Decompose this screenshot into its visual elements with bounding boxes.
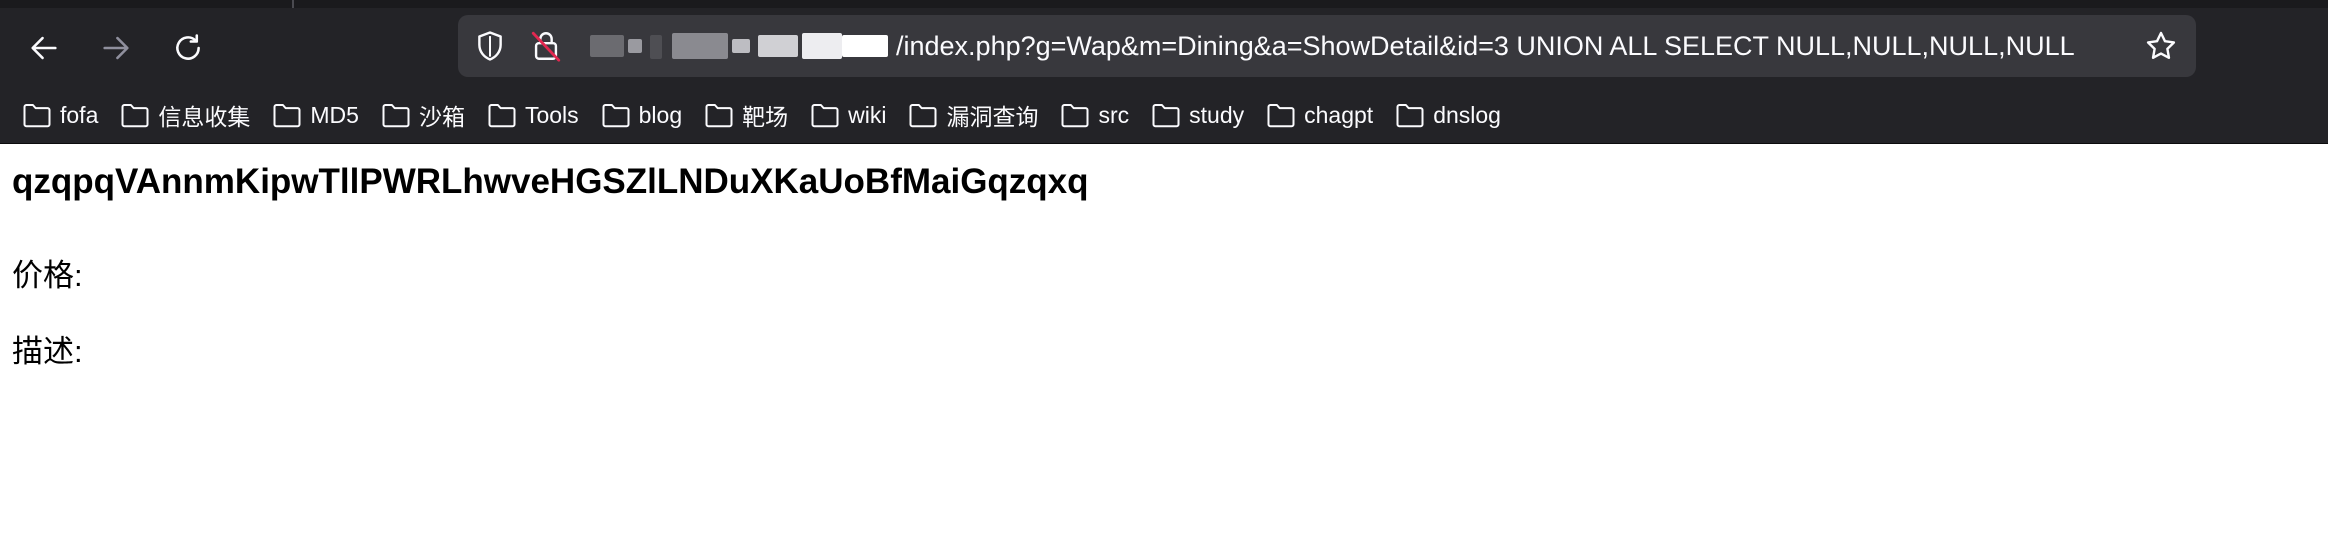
bookmark-page-button[interactable] xyxy=(2140,25,2182,67)
url-text: /index.php?g=Wap&m=Dining&a=ShowDetail&i… xyxy=(896,31,2075,61)
lock-slash-icon xyxy=(531,31,561,62)
tab-strip xyxy=(0,0,2328,8)
bookmark-folder[interactable]: 沙箱 xyxy=(379,96,471,134)
bookmarks-toolbar: fofa 信息收集 MD5 沙箱 Tools blog 靶场 wiki 漏洞查询 src study… xyxy=(20,96,1521,134)
description-label: 描述: xyxy=(12,334,83,369)
bookmark-folder[interactable]: 信息收集 xyxy=(118,96,256,134)
folder-icon xyxy=(1396,104,1424,128)
folder-icon xyxy=(488,104,516,128)
dining-item-title: qzqpqVAnnmKipwTllPWRLhwveHGSZlLNDuXKaUoB… xyxy=(12,162,1089,201)
folder-icon xyxy=(382,104,410,128)
bookmark-label: fofa xyxy=(60,101,99,128)
page-content: qzqpqVAnnmKipwTllPWRLhwveHGSZlLNDuXKaUoB… xyxy=(12,144,2312,372)
bookmark-label: 沙箱 xyxy=(418,104,465,130)
bookmark-folder[interactable]: study xyxy=(1149,96,1250,134)
reload-icon xyxy=(176,34,200,60)
bookmark-folder[interactable]: blog xyxy=(599,96,688,134)
folder-icon xyxy=(273,104,301,128)
arrow-left-icon xyxy=(31,36,57,60)
site-security-button[interactable] xyxy=(528,28,564,64)
bookmark-label: chagpt xyxy=(1304,101,1374,128)
folder-icon xyxy=(705,104,733,128)
shield-icon xyxy=(478,31,502,61)
bookmark-folder[interactable]: 漏洞查询 xyxy=(906,96,1044,134)
redacted-host xyxy=(580,15,894,77)
folder-icon xyxy=(121,104,149,128)
back-button[interactable] xyxy=(18,22,70,74)
bookmark-label: study xyxy=(1189,101,1245,128)
folder-icon xyxy=(811,104,839,128)
bookmark-label: wiki xyxy=(848,101,887,128)
reload-button[interactable] xyxy=(162,22,214,74)
address-bar[interactable]: /index.php?g=Wap&m=Dining&a=ShowDetail&i… xyxy=(458,15,2196,77)
bookmark-label: 漏洞查询 xyxy=(946,104,1039,130)
bookmark-label: MD5 xyxy=(310,101,359,128)
price-label: 价格: xyxy=(12,258,83,293)
bookmark-folder[interactable]: wiki xyxy=(808,96,892,134)
bookmark-folder[interactable]: fofa xyxy=(20,96,104,134)
bookmark-label: blog xyxy=(638,101,683,128)
bookmark-label: 信息收集 xyxy=(158,104,251,130)
folder-icon xyxy=(1061,104,1089,128)
bookmark-folder[interactable]: chagpt xyxy=(1264,96,1379,134)
browser-chrome: /index.php?g=Wap&m=Dining&a=ShowDetail&i… xyxy=(0,0,2328,144)
bookmark-folder[interactable]: MD5 xyxy=(270,96,365,134)
folder-icon xyxy=(1152,104,1180,128)
url-overflow-fade xyxy=(2088,19,2138,73)
folder-icon xyxy=(1267,104,1295,128)
bookmark-label: dnslog xyxy=(1433,101,1501,128)
star-icon xyxy=(2146,31,2176,59)
arrow-right-icon xyxy=(103,36,129,60)
bookmark-label: Tools xyxy=(524,101,579,128)
tracking-protection-button[interactable] xyxy=(472,28,508,64)
bookmark-folder[interactable]: Tools xyxy=(485,96,585,134)
bookmark-label: 靶场 xyxy=(742,104,789,130)
folder-icon xyxy=(23,104,51,128)
bookmark-folder[interactable]: src xyxy=(1058,96,1135,134)
tab-separator xyxy=(292,0,294,8)
forward-button[interactable] xyxy=(90,22,142,74)
folder-icon xyxy=(909,104,937,128)
bookmark-folder[interactable]: 靶场 xyxy=(702,96,794,134)
bookmark-label: src xyxy=(1098,101,1130,128)
bookmark-folder[interactable]: dnslog xyxy=(1393,96,1507,134)
folder-icon xyxy=(602,104,630,128)
